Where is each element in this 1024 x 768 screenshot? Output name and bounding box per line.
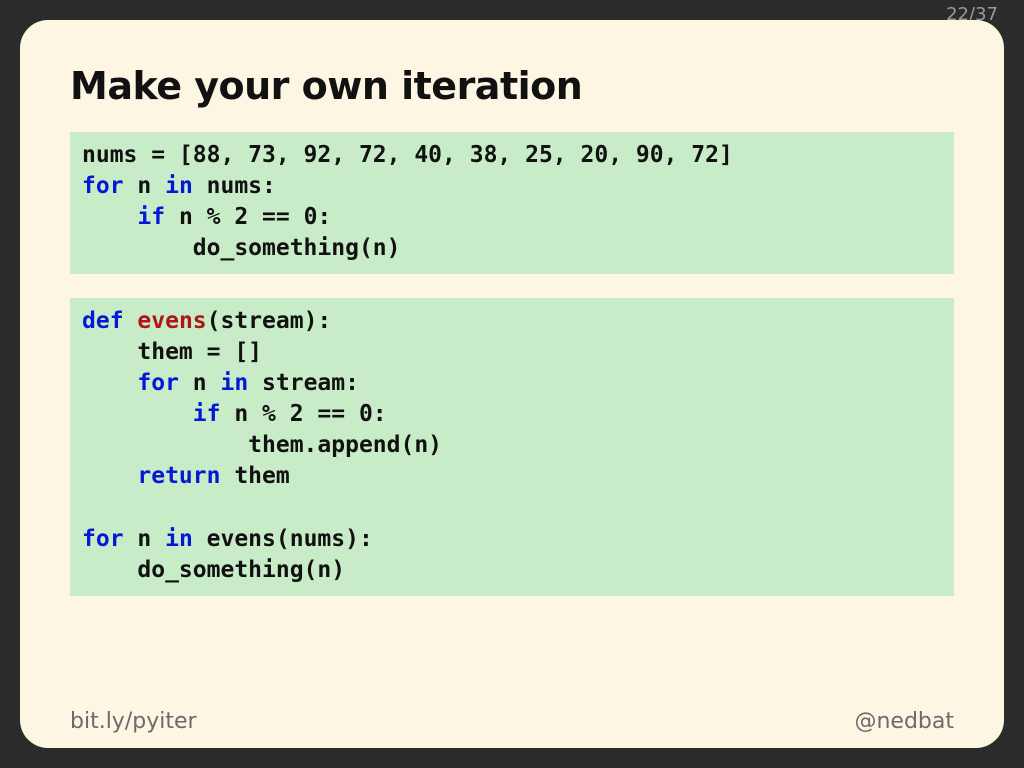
keyword-return: return bbox=[137, 463, 220, 489]
code-text: stream: bbox=[248, 370, 359, 396]
footer-handle: @nedbat bbox=[854, 709, 954, 734]
code-line: them = [] bbox=[82, 339, 262, 365]
code-block-1: nums = [88, 73, 92, 72, 40, 38, 25, 20, … bbox=[70, 132, 954, 274]
code-text: n bbox=[124, 526, 166, 552]
code-line: do_something(n) bbox=[82, 235, 401, 261]
code-line: do_something(n) bbox=[82, 557, 345, 583]
footer-link-suffix: pyiter bbox=[132, 709, 196, 734]
slide-footer: bit.ly/pyiter @nedbat bbox=[70, 709, 954, 734]
keyword-if: if bbox=[137, 204, 165, 230]
code-text: evens(nums): bbox=[193, 526, 373, 552]
keyword-def: def bbox=[82, 308, 124, 334]
code-text: n % 2 == 0: bbox=[165, 204, 331, 230]
code-text: n bbox=[124, 173, 166, 199]
keyword-in: in bbox=[220, 370, 248, 396]
keyword-for: for bbox=[82, 526, 124, 552]
keyword-if: if bbox=[193, 401, 221, 427]
keyword-in: in bbox=[165, 173, 193, 199]
code-block-2: def evens(stream): them = [] for n in st… bbox=[70, 298, 954, 595]
slide: Make your own iteration nums = [88, 73, … bbox=[20, 20, 1004, 748]
code-line: them.append(n) bbox=[82, 432, 442, 458]
code-line: nums = [88, 73, 92, 72, 40, 38, 25, 20, … bbox=[82, 142, 733, 168]
footer-link-prefix: bit.ly bbox=[70, 709, 125, 734]
footer-link: bit.ly/pyiter bbox=[70, 709, 197, 734]
keyword-in: in bbox=[165, 526, 193, 552]
code-text: n bbox=[179, 370, 221, 396]
code-text: n % 2 == 0: bbox=[220, 401, 386, 427]
keyword-for: for bbox=[137, 370, 179, 396]
code-text: nums: bbox=[193, 173, 276, 199]
func-name: evens bbox=[137, 308, 206, 334]
code-text bbox=[124, 308, 138, 334]
code-text: (stream): bbox=[207, 308, 332, 334]
code-text: them bbox=[220, 463, 289, 489]
keyword-for: for bbox=[82, 173, 124, 199]
slide-title: Make your own iteration bbox=[70, 64, 954, 108]
